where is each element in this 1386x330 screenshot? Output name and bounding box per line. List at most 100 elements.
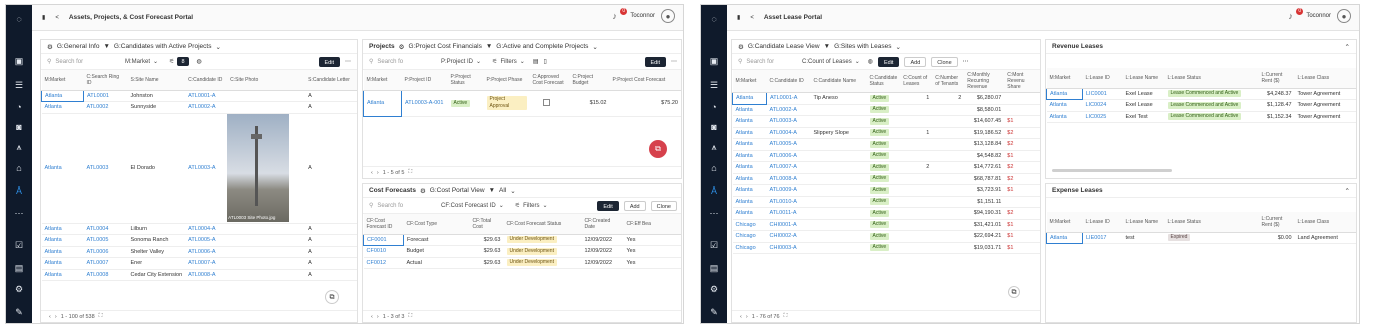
search-input[interactable]: ⚲ Search fo	[369, 58, 433, 66]
column-header[interactable]: CF:Total Cost	[469, 214, 504, 235]
table-row[interactable]: Atlanta ATL0003-A-001 Active Project App…	[363, 89, 681, 117]
column-header[interactable]: C:Search Ring ID	[83, 70, 128, 91]
feedback-icon[interactable]: ✎	[706, 304, 722, 320]
expand-icon[interactable]: ⛶	[408, 313, 412, 320]
column-header[interactable]: M:Market	[41, 70, 84, 91]
view-name[interactable]: G:Candidate Lease View	[748, 43, 820, 50]
table-row[interactable]: Atlanta ATL0008 Cedar City Extension ATL000…	[41, 269, 357, 281]
column-header[interactable]: C:Number of Tenants	[932, 70, 965, 93]
column-header[interactable]: C:Approved Cost Forecast	[529, 70, 570, 91]
document-icon[interactable]: ▯	[543, 58, 546, 65]
expand-icon[interactable]: ⛶	[784, 313, 788, 320]
table-row[interactable]: Atlanta ATL0004 Lilburn ATL0004-A A	[41, 223, 357, 235]
table-icon[interactable]: ☰	[11, 77, 27, 93]
edit-button[interactable]: Edit	[644, 56, 666, 67]
field-select[interactable]: M:Market ⌄	[122, 58, 161, 66]
camera-icon[interactable]: ◙	[11, 119, 27, 135]
notification-bell-icon[interactable]: ♪ 0	[612, 8, 628, 22]
filter-name[interactable]: All	[499, 187, 506, 194]
view-name[interactable]: G:Cost Portal View	[430, 187, 485, 194]
column-header[interactable]: CF:Cost Forecast ID	[363, 214, 404, 235]
search-input[interactable]: ⚲ Search for	[738, 58, 794, 66]
column-header[interactable]: L:Lease Status	[1164, 212, 1259, 233]
column-header[interactable]: L:Current Rent ($)	[1258, 68, 1295, 89]
table-row[interactable]: Atlanta ATL0001-A Tip Aneso Active 1 2 $6,280.…	[732, 92, 1040, 105]
chevron-down-icon[interactable]: ⌄	[215, 43, 220, 51]
app-logo-icon[interactable]: ◌	[706, 11, 722, 27]
checkbox[interactable]	[542, 98, 550, 106]
filter-toggle[interactable]: ⚟ Filters ⌄	[489, 58, 528, 66]
expand-icon[interactable]: ⛶	[408, 169, 412, 176]
site-photo[interactable]: ATL0003 Site Photo.jpg	[227, 113, 290, 222]
table-row[interactable]: Atlanta ATL0002 Sunnyside ATL0002-A A	[41, 101, 357, 114]
sheet-icon[interactable]: ▤	[533, 58, 539, 65]
column-header[interactable]: C:Candidate ID	[766, 70, 811, 93]
settings-icon[interactable]: ⚙	[706, 281, 722, 297]
chevron-up-icon[interactable]: ⌃	[1345, 43, 1350, 51]
next-page-icon[interactable]: ›	[746, 314, 748, 320]
clone-button[interactable]: Clone	[650, 200, 677, 211]
table-row[interactable]: Atlanta ATL0011-A Active $94,190.31 $2	[732, 207, 1040, 220]
checklist-icon[interactable]: ☑	[11, 237, 27, 253]
settings-icon[interactable]: ⚙	[11, 281, 27, 297]
column-header[interactable]: P:Project Status	[447, 70, 484, 91]
expand-icon[interactable]: ⛶	[99, 313, 103, 320]
more-icon[interactable]: ⋯	[963, 58, 969, 65]
map-icon[interactable]: ⌂	[11, 160, 27, 176]
clone-button[interactable]: Clone	[931, 56, 958, 67]
prev-page-icon[interactable]: ‹	[49, 314, 51, 320]
share-icon[interactable]: <	[750, 15, 754, 21]
table-row[interactable]: Chicago CHI0001-A Active $31,421.01 $1	[732, 219, 1040, 231]
field-select[interactable]: P:Project ID ⌄	[438, 58, 484, 66]
tower-icon[interactable]: ⩚	[11, 139, 27, 155]
table-row[interactable]: Chicago CHI0002-A Active $22,694.21 $1	[732, 230, 1040, 243]
field-select[interactable]: C:Count of Leases ⌄	[799, 58, 863, 66]
next-page-icon[interactable]: ›	[377, 314, 379, 320]
table-row[interactable]: Atlanta ATL0007-A Active 2 $14,772.61 $2	[732, 161, 1040, 174]
more-icon[interactable]: ⋯	[11, 205, 27, 221]
column-header[interactable]: C:Project Budget	[569, 70, 610, 91]
column-header[interactable]: C:Site Photo	[227, 70, 306, 91]
prev-page-icon[interactable]: ‹	[740, 314, 742, 320]
column-header[interactable]: L:Lease Name	[1122, 68, 1165, 89]
more-icon[interactable]: ⋯	[706, 205, 722, 221]
chevron-down-icon[interactable]: ⌄	[510, 187, 515, 195]
column-header[interactable]: CF:Cost Type	[403, 214, 470, 235]
notebook-icon[interactable]: ▣	[11, 53, 27, 69]
chevron-down-icon[interactable]: ⌄	[592, 43, 597, 51]
column-header[interactable]: C:Candidate Status	[866, 70, 901, 93]
table-row[interactable]: CF0012 Actual $29.63 Under Development 12/09…	[363, 257, 681, 269]
table-row[interactable]: Chicago CHI0003-A Active $19,031.71 $1	[732, 242, 1040, 254]
search-input[interactable]: ⚲ Search for	[47, 58, 117, 66]
column-header[interactable]: L:Lease Class	[1294, 68, 1356, 89]
column-header[interactable]: C:Mont Revenu Share	[1004, 70, 1040, 93]
antenna-icon[interactable]: Å	[11, 183, 27, 199]
next-page-icon[interactable]: ›	[55, 314, 57, 320]
table-row[interactable]: Atlanta ATL0008-A Active $68,787.81 $2	[732, 173, 1040, 185]
table-row[interactable]: CF0001 Forecast $29.63 Under Development 12/…	[363, 233, 681, 246]
tower-icon[interactable]: ⩚	[706, 139, 722, 155]
camera-icon[interactable]: ◙	[706, 119, 722, 135]
column-header[interactable]: S:Candidate Letter	[305, 70, 357, 91]
edit-button[interactable]: Edit	[318, 56, 340, 67]
prev-page-icon[interactable]: ‹	[371, 170, 373, 176]
table-icon[interactable]: ☰	[706, 77, 722, 93]
column-header[interactable]: CF:Eff Bea	[623, 214, 681, 235]
table-row[interactable]: Atlanta ATL0009-A Active $3,723.91 $1	[732, 184, 1040, 197]
table-row[interactable]: CF0010 Budget $29.63 Under Development 12/09…	[363, 245, 681, 258]
filter-toggle[interactable]: ⚟ Filters ⌄	[512, 202, 551, 210]
field-select[interactable]: CF:Cost Forecast ID ⌄	[438, 202, 507, 210]
column-header[interactable]: P:Project Cost Forecast	[609, 70, 681, 91]
column-header[interactable]: L:Lease ID	[1082, 68, 1123, 89]
filter-toggle[interactable]: ⚟ 8	[166, 57, 191, 66]
calendar-icon[interactable]: ▤	[11, 260, 27, 276]
column-header[interactable]: S:Site Name	[127, 70, 186, 91]
table-row[interactable]: Atlanta ATL0002-A Active $8,580.01	[732, 104, 1040, 116]
view-name[interactable]: G:General Info	[57, 43, 100, 50]
column-header[interactable]: C:Candidate Name	[810, 70, 867, 93]
column-header[interactable]: P:Project ID	[401, 70, 448, 91]
notification-bell-icon[interactable]: ♪ 0	[1288, 8, 1304, 22]
edit-button[interactable]: Edit	[597, 200, 619, 211]
action-fab[interactable]: ⧉	[649, 140, 667, 158]
prev-page-icon[interactable]: ‹	[371, 314, 373, 320]
